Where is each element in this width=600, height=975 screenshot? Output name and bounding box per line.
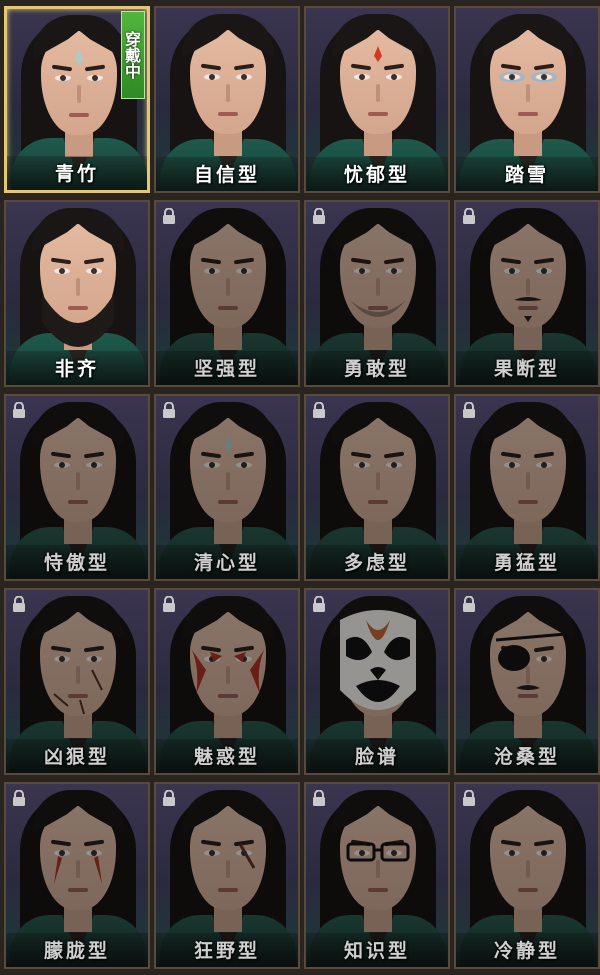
style-card[interactable]: 魅惑型 bbox=[154, 588, 300, 775]
style-name: 知识型 bbox=[343, 940, 410, 962]
lock-icon bbox=[12, 595, 26, 612]
lock-icon bbox=[462, 207, 476, 224]
style-card[interactable]: 多虑型 bbox=[304, 394, 450, 581]
style-card[interactable]: 青竹 穿戴中 bbox=[4, 6, 150, 193]
style-card[interactable]: 狂野型 bbox=[154, 782, 300, 969]
lock-icon bbox=[162, 595, 176, 612]
lock-icon bbox=[462, 401, 476, 418]
style-name: 勇敢型 bbox=[343, 358, 410, 380]
style-name: 朦胧型 bbox=[43, 940, 110, 962]
lock-icon bbox=[312, 595, 326, 612]
lock-icon bbox=[312, 789, 326, 806]
lock-icon bbox=[12, 789, 26, 806]
style-card[interactable]: 踏雪 bbox=[454, 6, 600, 193]
style-name: 魅惑型 bbox=[193, 746, 260, 768]
lock-icon bbox=[462, 595, 476, 612]
style-card[interactable]: 知识型 bbox=[304, 782, 450, 969]
lock-icon bbox=[162, 401, 176, 418]
style-card[interactable]: 自信型 bbox=[154, 6, 300, 193]
style-card[interactable]: 凶狠型 bbox=[4, 588, 150, 775]
style-card[interactable]: 脸谱 bbox=[304, 588, 450, 775]
style-name: 多虑型 bbox=[343, 552, 410, 574]
style-card[interactable]: 朦胧型 bbox=[4, 782, 150, 969]
style-name: 恃傲型 bbox=[43, 552, 110, 574]
lock-icon bbox=[162, 207, 176, 224]
lock-icon bbox=[312, 401, 326, 418]
face-style-grid: 青竹 穿戴中 自信型 忧郁型 踏雪非齐坚强型 勇敢型 果断型恃傲型 清心型 多虑型 勇猛型凶狠型 魅… bbox=[0, 0, 600, 975]
lock-icon bbox=[162, 789, 176, 806]
style-card[interactable]: 沧桑型 bbox=[454, 588, 600, 775]
style-card[interactable]: 忧郁型 bbox=[304, 6, 450, 193]
wearing-badge: 穿戴中 bbox=[121, 11, 145, 99]
style-name: 清心型 bbox=[193, 552, 260, 574]
none-feature bbox=[156, 8, 300, 193]
style-card[interactable]: 清心型 bbox=[154, 394, 300, 581]
style-card[interactable]: 果断型 bbox=[454, 200, 600, 387]
style-card[interactable]: 坚强型 bbox=[154, 200, 300, 387]
style-card[interactable]: 恃傲型 bbox=[4, 394, 150, 581]
style-name: 沧桑型 bbox=[493, 746, 560, 768]
style-card[interactable]: 勇猛型 bbox=[454, 394, 600, 581]
character-portrait bbox=[6, 202, 148, 385]
style-name: 脸谱 bbox=[354, 746, 399, 768]
style-card[interactable]: 勇敢型 bbox=[304, 200, 450, 387]
lock-icon bbox=[462, 789, 476, 806]
character-portrait bbox=[456, 8, 598, 191]
style-card[interactable]: 冷静型 bbox=[454, 782, 600, 969]
full-beard-feature bbox=[42, 294, 114, 347]
lock-icon bbox=[312, 207, 326, 224]
style-name: 冷静型 bbox=[493, 940, 560, 962]
style-name: 坚强型 bbox=[193, 358, 260, 380]
style-name: 果断型 bbox=[493, 358, 560, 380]
style-name: 凶狠型 bbox=[43, 746, 110, 768]
lock-icon bbox=[12, 401, 26, 418]
style-name: 狂野型 bbox=[193, 940, 260, 962]
style-card[interactable]: 非齐 bbox=[4, 200, 150, 387]
character-portrait bbox=[156, 8, 298, 191]
red-forehead-mark-feature bbox=[374, 46, 382, 62]
style-name: 勇猛型 bbox=[493, 552, 560, 574]
character-portrait bbox=[306, 8, 448, 191]
eye-makeup-feature bbox=[499, 72, 557, 82]
